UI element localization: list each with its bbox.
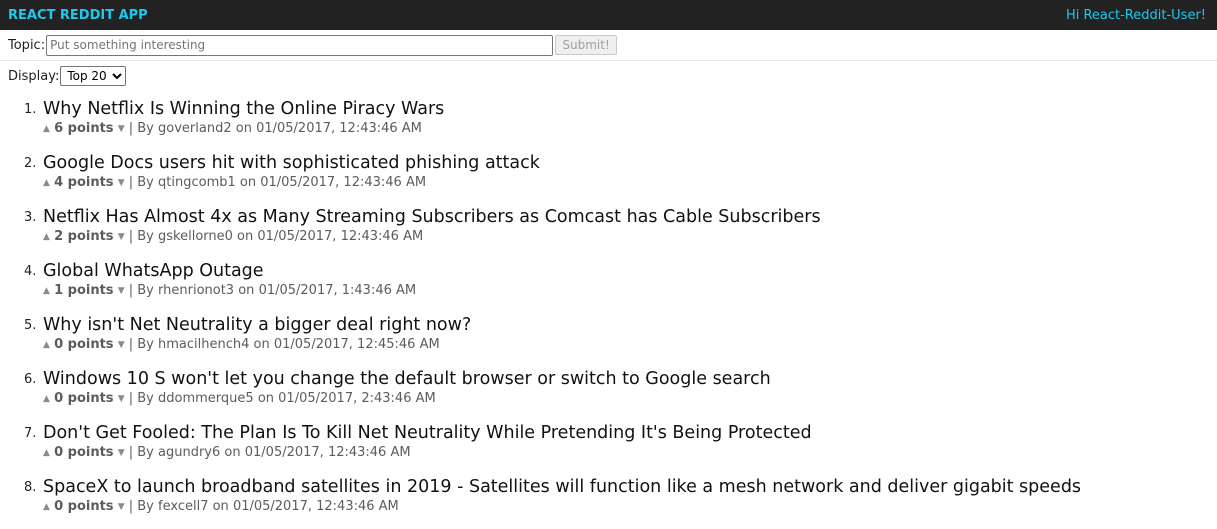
post-item: 3. Netflix Has Almost 4x as Many Streamin… xyxy=(0,205,1081,259)
post-author[interactable]: hmacilhench4 xyxy=(158,337,249,352)
meta-separator: | By xyxy=(128,283,159,298)
post-item: 6. Windows 10 S won't let you change the … xyxy=(0,367,1081,421)
topic-input[interactable] xyxy=(46,34,554,56)
post-rank: 1. xyxy=(24,102,37,117)
post-item: 2. Google Docs users hit with sophisticat… xyxy=(0,151,1081,205)
meta-separator: | By xyxy=(128,337,159,352)
post-title[interactable]: Windows 10 S won't let you change the de… xyxy=(43,367,1081,391)
upvote-icon[interactable]: ▲ xyxy=(43,121,50,137)
upvote-icon[interactable]: ▲ xyxy=(43,391,50,407)
post-points: 6 points xyxy=(54,121,114,136)
topic-form: Topic: Submit! xyxy=(0,30,1217,61)
post-rank: 5. xyxy=(24,318,37,333)
upvote-icon[interactable]: ▲ xyxy=(43,283,50,299)
post-item: 4. Global WhatsApp Outage ▲ 1 points ▼ | B… xyxy=(0,259,1081,313)
upvote-icon[interactable]: ▲ xyxy=(43,337,50,353)
downvote-icon[interactable]: ▼ xyxy=(118,391,125,407)
downvote-icon[interactable]: ▼ xyxy=(118,499,125,515)
post-meta: ▲ 1 points ▼ | By rhenrionot3 on 01/05/2… xyxy=(43,283,1081,299)
post-meta: ▲ 6 points ▼ | By goverland2 on 01/05/20… xyxy=(43,121,1081,137)
meta-separator: | By xyxy=(128,229,159,244)
upvote-icon[interactable]: ▲ xyxy=(43,445,50,461)
post-meta: ▲ 0 points ▼ | By hmacilhench4 on 01/05/… xyxy=(43,337,1081,353)
downvote-icon[interactable]: ▼ xyxy=(118,283,125,299)
post-points: 0 points xyxy=(54,337,114,352)
post-item: 8. SpaceX to launch broadband satellites … xyxy=(0,475,1081,529)
meta-separator: | By xyxy=(128,499,159,514)
post-author[interactable]: rhenrionot3 xyxy=(158,283,234,298)
top-bar: REACT REDDIT APP Hi React-Reddit-User! xyxy=(0,0,1217,30)
post-author[interactable]: ddommerque5 xyxy=(158,391,254,406)
meta-on: on xyxy=(234,283,259,298)
post-title[interactable]: Why Netflix Is Winning the Online Piracy… xyxy=(43,97,1081,121)
post-author[interactable]: fexcell7 xyxy=(158,499,208,514)
submit-button[interactable]: Submit! xyxy=(555,35,618,55)
upvote-icon[interactable]: ▲ xyxy=(43,499,50,515)
post-title[interactable]: Why isn't Net Neutrality a bigger deal r… xyxy=(43,313,1081,337)
post-points: 0 points xyxy=(54,445,114,460)
post-rank: 4. xyxy=(24,264,37,279)
post-points: 2 points xyxy=(54,229,114,244)
meta-separator: | By xyxy=(128,391,159,406)
display-control: Display: Top 20 xyxy=(0,65,1217,87)
post-item: 1. Why Netflix Is Winning the Online Pira… xyxy=(0,97,1081,151)
post-meta: ▲ 4 points ▼ | By qtingcomb1 on 01/05/20… xyxy=(43,175,1081,191)
post-author[interactable]: qtingcomb1 xyxy=(158,175,236,190)
post-title[interactable]: SpaceX to launch broadband satellites in… xyxy=(43,475,1081,499)
post-points: 1 points xyxy=(54,283,114,298)
post-list: 1. Why Netflix Is Winning the Online Pira… xyxy=(0,97,1081,529)
post-points: 0 points xyxy=(54,499,114,514)
display-select[interactable]: Top 20 xyxy=(60,66,127,86)
meta-on: on xyxy=(232,229,258,244)
post-title[interactable]: Google Docs users hit with sophisticated… xyxy=(43,151,1081,175)
post-meta: ▲ 0 points ▼ | By ddommerque5 on 01/05/2… xyxy=(43,391,1081,407)
post-author[interactable]: agundry6 xyxy=(158,445,220,460)
topic-label: Topic: xyxy=(8,37,46,53)
post-title[interactable]: Netflix Has Almost 4x as Many Streaming … xyxy=(43,205,1081,229)
post-date: 01/05/2017, 12:43:46 AM xyxy=(232,499,399,514)
app-title[interactable]: REACT REDDIT APP xyxy=(8,8,148,23)
downvote-icon[interactable]: ▼ xyxy=(118,121,125,137)
post-date: 01/05/2017, 12:43:46 AM xyxy=(257,229,424,244)
meta-on: on xyxy=(220,445,245,460)
meta-on: on xyxy=(253,391,279,406)
meta-on: on xyxy=(235,175,261,190)
upvote-icon[interactable]: ▲ xyxy=(43,175,50,191)
post-rank: 3. xyxy=(24,210,37,225)
post-item: 7. Don't Get Fooled: The Plan Is To Kill … xyxy=(0,421,1081,475)
upvote-icon[interactable]: ▲ xyxy=(43,229,50,245)
post-date: 01/05/2017, 12:43:46 AM xyxy=(244,445,411,460)
meta-on: on xyxy=(208,499,233,514)
post-meta: ▲ 0 points ▼ | By agundry6 on 01/05/2017… xyxy=(43,445,1081,461)
meta-separator: | By xyxy=(128,445,159,460)
meta-separator: | By xyxy=(128,121,159,136)
display-label: Display: xyxy=(8,68,60,84)
post-date: 01/05/2017, 12:45:46 AM xyxy=(273,337,440,352)
post-author[interactable]: goverland2 xyxy=(158,121,232,136)
post-points: 4 points xyxy=(54,175,114,190)
meta-separator: | By xyxy=(128,175,159,190)
meta-on: on xyxy=(249,337,274,352)
post-meta: ▲ 2 points ▼ | By gskellorne0 on 01/05/2… xyxy=(43,229,1081,245)
post-points: 0 points xyxy=(54,391,114,406)
post-title[interactable]: Global WhatsApp Outage xyxy=(43,259,1081,283)
post-date: 01/05/2017, 2:43:46 AM xyxy=(278,391,436,406)
user-greeting[interactable]: Hi React-Reddit-User! xyxy=(1066,8,1206,23)
post-rank: 8. xyxy=(24,480,37,495)
post-rank: 7. xyxy=(24,426,37,441)
post-rank: 6. xyxy=(24,372,37,387)
post-item: 5. Why isn't Net Neutrality a bigger deal… xyxy=(0,313,1081,367)
post-meta: ▲ 0 points ▼ | By fexcell7 on 01/05/2017… xyxy=(43,499,1081,515)
post-date: 01/05/2017, 1:43:46 AM xyxy=(258,283,417,298)
post-rank: 2. xyxy=(24,156,37,171)
post-title[interactable]: Don't Get Fooled: The Plan Is To Kill Ne… xyxy=(43,421,1081,445)
post-date: 01/05/2017, 12:43:46 AM xyxy=(260,175,427,190)
downvote-icon[interactable]: ▼ xyxy=(118,229,125,245)
post-date: 01/05/2017, 12:43:46 AM xyxy=(256,121,422,136)
downvote-icon[interactable]: ▼ xyxy=(118,337,125,353)
post-author[interactable]: gskellorne0 xyxy=(158,229,233,244)
downvote-icon[interactable]: ▼ xyxy=(118,445,125,461)
meta-on: on xyxy=(231,121,257,136)
downvote-icon[interactable]: ▼ xyxy=(118,175,125,191)
